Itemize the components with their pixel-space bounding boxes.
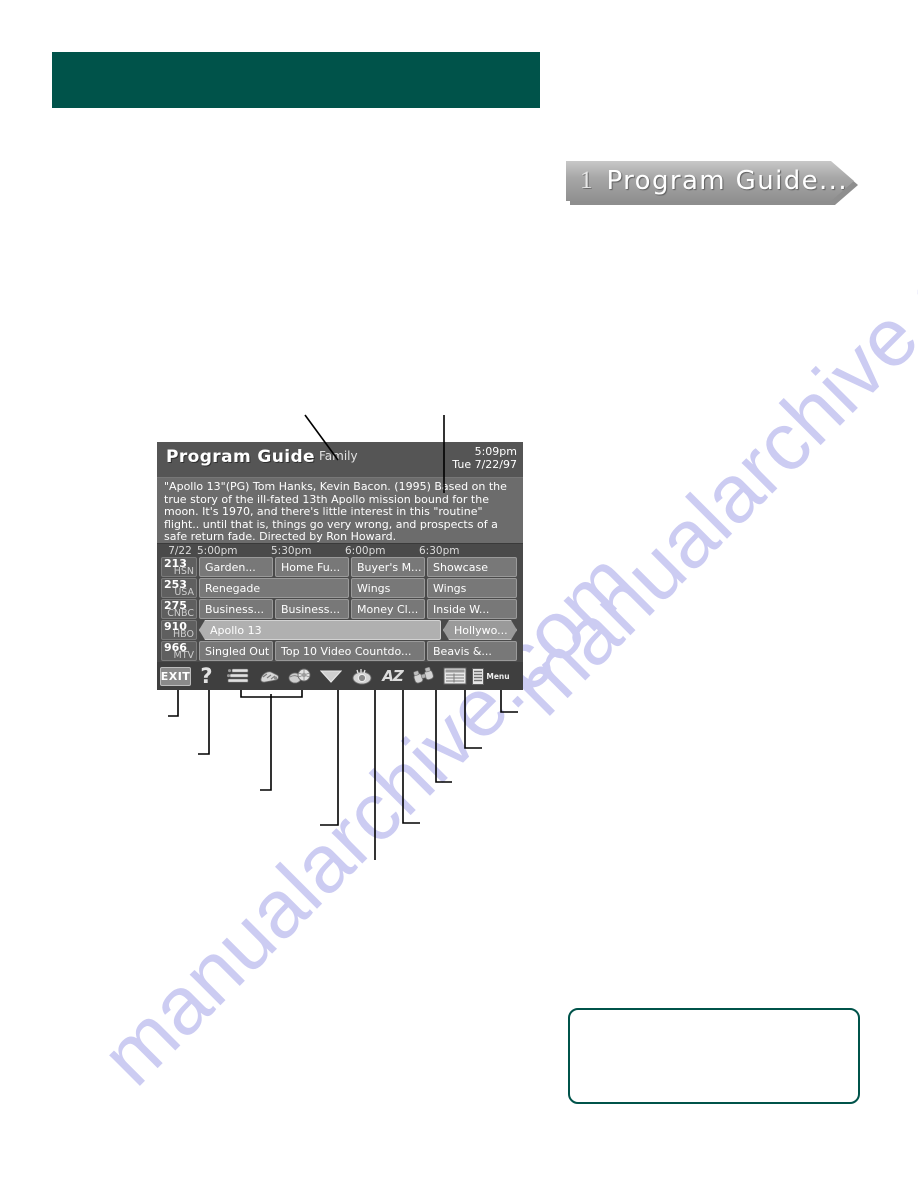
guide-clock: 5:09pm Tue 7/22/97 [452, 445, 517, 471]
grid-time-header: 7/22 5:00pm 5:30pm 6:00pm 6:30pm [161, 544, 517, 557]
help-button[interactable]: ? [193, 665, 220, 687]
leader-line-categories [260, 694, 272, 791]
sports-balls-icon [288, 668, 310, 683]
program-cell[interactable]: Inside W... [427, 599, 517, 619]
leader-line-search [435, 690, 452, 783]
alphabetical-button[interactable]: AZ [379, 665, 406, 687]
grid-button[interactable] [441, 665, 468, 687]
grid-time-slot: 6:00pm [345, 544, 386, 557]
question-mark-icon: ? [200, 663, 213, 688]
channel-callsign: HSN [173, 566, 194, 577]
program-cells: Business... Business... Money Cl... Insi… [199, 599, 517, 619]
program-cell[interactable]: Business... [199, 599, 273, 619]
program-cell[interactable]: Buyer's M... [351, 557, 425, 577]
channel-cell[interactable]: 910 HBO [161, 620, 197, 640]
grid-row: 213 HSN Garden... Home Fu... Buyer's M..… [161, 557, 517, 577]
listings-button[interactable] [224, 665, 251, 687]
leader-line-az [402, 690, 420, 824]
binoculars-icon [412, 667, 434, 684]
section-banner-number: 1 [580, 167, 593, 194]
grid-time-slot: 5:30pm [271, 544, 312, 557]
program-cell[interactable]: Home Fu... [275, 557, 349, 577]
note-box [568, 1008, 860, 1104]
grid-time-slot: 6:30pm [419, 544, 460, 557]
channel-cell[interactable]: 966 MTV [161, 641, 197, 661]
program-grid: 7/22 5:00pm 5:30pm 6:00pm 6:30pm 213 HSN… [157, 544, 523, 661]
search-button[interactable] [410, 665, 437, 687]
channel-callsign: CNBC [167, 608, 194, 619]
guide-category-label: Family [319, 449, 358, 463]
guide-time: 5:09pm [474, 445, 517, 458]
leader-line-sortdown [320, 690, 339, 826]
triangle-down-icon [319, 670, 342, 683]
section-banner: 1 Program Guide... [566, 161, 858, 205]
leader-line-grid [464, 690, 482, 749]
sort-down-button[interactable] [317, 665, 344, 687]
program-cell[interactable]: Business... [275, 599, 349, 619]
program-cell[interactable]: Money Cl... [351, 599, 425, 619]
kids-button[interactable] [348, 665, 375, 687]
grid-date-label: 7/22 [168, 544, 192, 557]
program-cells: Singled Out Top 10 Video Countdo... Beav… [199, 641, 517, 661]
program-cell[interactable]: Top 10 Video Countdo... [275, 641, 425, 661]
channel-callsign: MTV [173, 650, 195, 661]
channel-callsign: HBO [173, 629, 194, 640]
grid-table-icon [443, 667, 466, 685]
program-description: "Apollo 13"(PG) Tom Hanks, Kevin Bacon. … [157, 477, 523, 544]
watermark-upper: manualarchive.com [494, 165, 918, 733]
program-cell[interactable]: Renegade [199, 578, 349, 598]
menu-icon [472, 667, 485, 685]
channel-cell[interactable]: 275 CNBC [161, 599, 197, 619]
program-cell[interactable]: Wings [427, 578, 517, 598]
program-cells: Renegade Wings Wings [199, 578, 517, 598]
program-cell[interactable]: Garden... [199, 557, 273, 577]
exit-icon: EXIT [159, 666, 192, 686]
program-cells: Apollo 13 Hollywo... [199, 620, 517, 640]
program-cell[interactable]: Showcase [427, 557, 517, 577]
program-cell[interactable]: Hollywo... [443, 620, 517, 640]
channel-cell[interactable]: 253 USA [161, 578, 197, 598]
guide-header: Program Guide Family 5:09pm Tue 7/22/97 [157, 442, 523, 477]
menu-button[interactable]: Menu [472, 665, 510, 687]
section-banner-title: Program Guide... [606, 166, 849, 196]
leader-line-help [198, 690, 210, 755]
program-cell-selected[interactable]: Apollo 13 [199, 620, 441, 640]
movies-button[interactable] [255, 665, 282, 687]
grid-row: 253 USA Renegade Wings Wings [161, 578, 517, 598]
leader-line-listings-bracket [240, 690, 303, 698]
guide-date: Tue 7/22/97 [452, 458, 517, 471]
listings-lines-icon [226, 668, 248, 683]
program-cell[interactable]: Singled Out [199, 641, 273, 661]
tv-program-guide-screen: Program Guide Family 5:09pm Tue 7/22/97 … [157, 442, 523, 690]
grid-row-selected: 910 HBO Apollo 13 Hollywo... [161, 620, 517, 640]
guide-title: Program Guide [166, 447, 315, 467]
eye-icon [352, 668, 371, 684]
grid-time-slot: 5:00pm [197, 544, 238, 557]
channel-cell[interactable]: 213 HSN [161, 557, 197, 577]
leader-line-exit [168, 690, 179, 717]
guide-toolbar: EXIT ? AZ Menu [157, 662, 523, 690]
az-icon: AZ [382, 667, 403, 685]
film-shoe-icon [260, 670, 279, 682]
exit-button[interactable]: EXIT [159, 665, 192, 687]
channel-callsign: USA [174, 587, 194, 598]
grid-row: 966 MTV Singled Out Top 10 Video Countdo… [161, 641, 517, 661]
section-banner-body: 1 Program Guide... [566, 161, 854, 201]
program-cells: Garden... Home Fu... Buyer's M... Showca… [199, 557, 517, 577]
program-cell[interactable]: Beavis &... [427, 641, 517, 661]
leader-line-menu [500, 690, 518, 713]
page-header-bar [52, 52, 540, 108]
menu-label: Menu [486, 671, 510, 681]
program-cell[interactable]: Wings [351, 578, 425, 598]
grid-row: 275 CNBC Business... Business... Money C… [161, 599, 517, 619]
sports-button[interactable] [286, 665, 313, 687]
